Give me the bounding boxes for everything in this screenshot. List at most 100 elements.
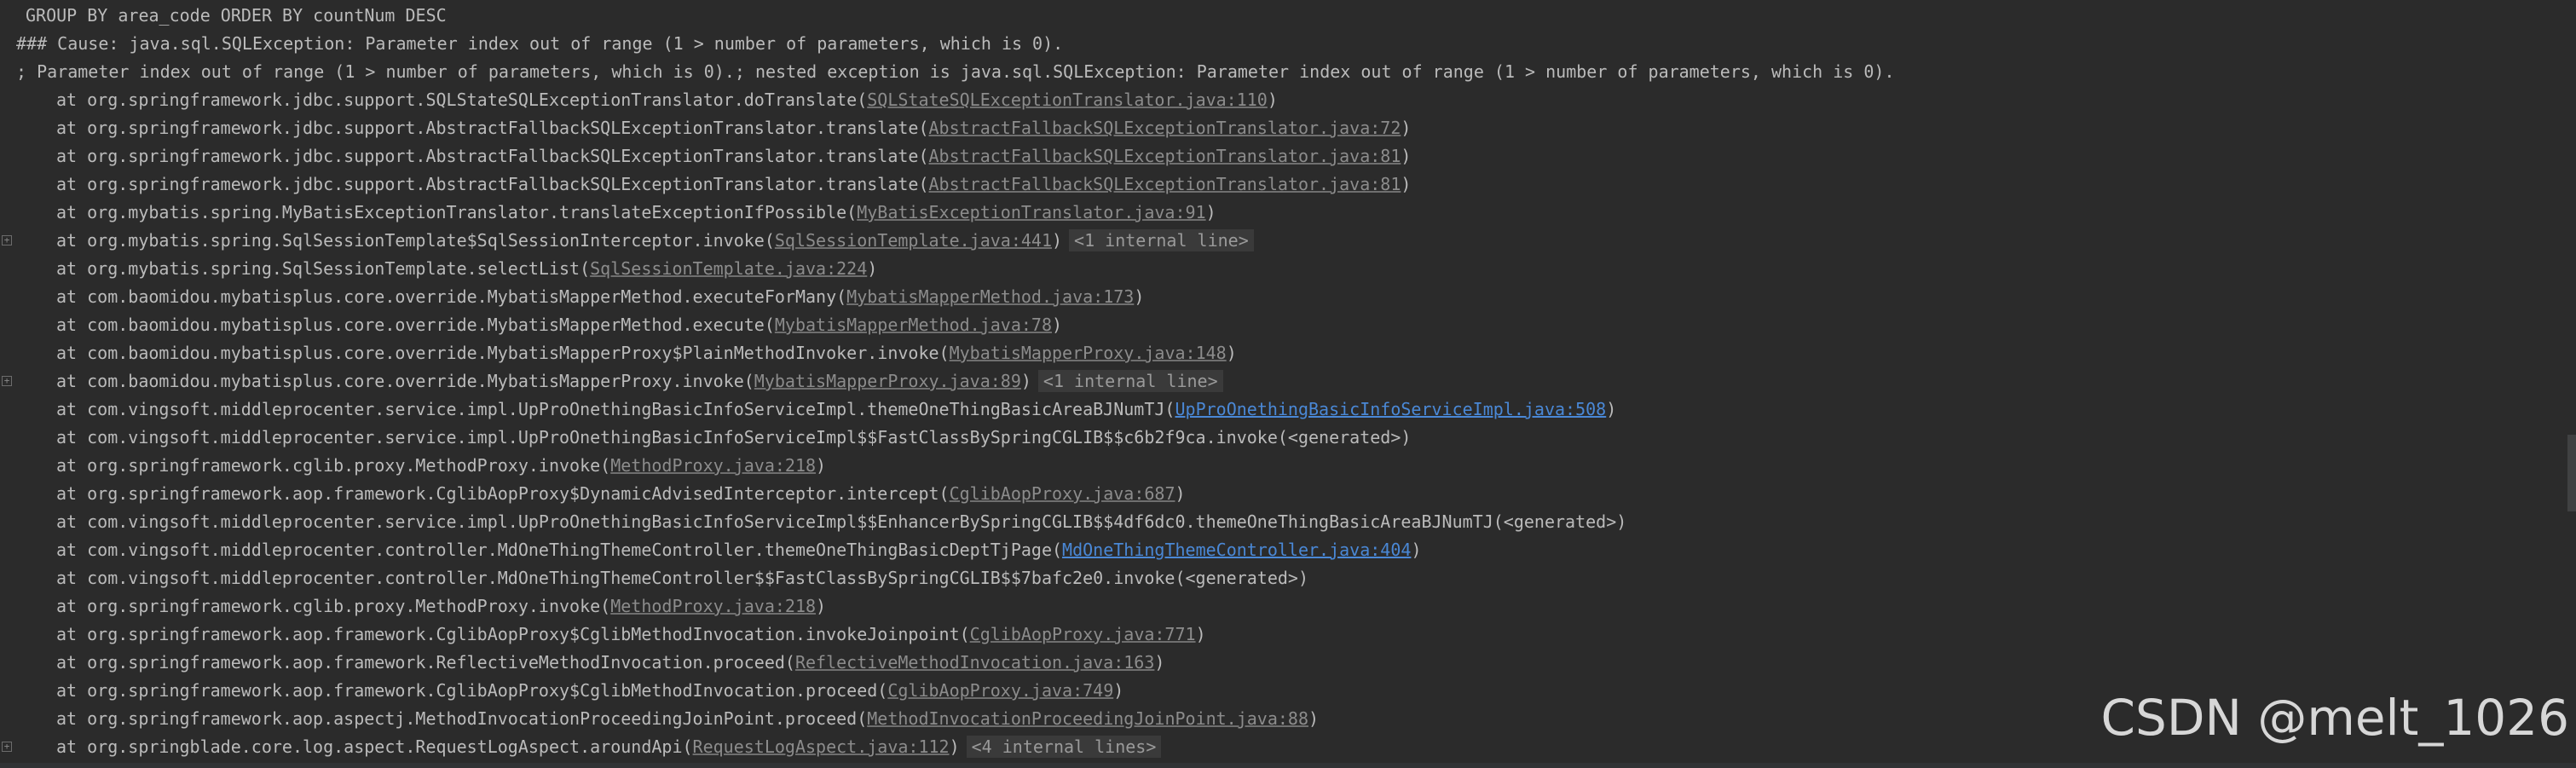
source-file-link[interactable]: MybatisMapperProxy.java:148 bbox=[950, 343, 1227, 363]
expand-fold-icon[interactable]: + bbox=[2, 235, 12, 245]
stack-frame-suffix: ) bbox=[1606, 399, 1617, 419]
internal-lines-badge[interactable]: <1 internal line> bbox=[1069, 229, 1254, 251]
console-line-content: at org.springframework.aop.aspectj.Metho… bbox=[56, 705, 1319, 733]
console-line-content: at com.baomidou.mybatisplus.core.overrid… bbox=[56, 311, 1062, 339]
console-line: GROUP BY area_code ORDER BY countNum DES… bbox=[0, 2, 2557, 30]
source-file-link[interactable]: MybatisMapperMethod.java:173 bbox=[846, 286, 1134, 307]
console-line-content: at com.baomidou.mybatisplus.core.overrid… bbox=[56, 339, 1237, 367]
stack-frame-method: at com.vingsoft.middleprocenter.controll… bbox=[56, 540, 1063, 560]
source-file-link[interactable]: CglibAopProxy.java:771 bbox=[970, 624, 1196, 644]
stack-frame-suffix: ) bbox=[1401, 118, 1412, 138]
console-line: at com.vingsoft.middleprocenter.service.… bbox=[0, 424, 2557, 452]
console-line-content: ; Parameter index out of range (1 > numb… bbox=[16, 58, 1895, 86]
source-file-link[interactable]: MethodInvocationProceedingJoinPoint.java… bbox=[867, 708, 1308, 729]
stack-frame-suffix: ) bbox=[1195, 624, 1206, 644]
console-line-text: ### Cause: java.sql.SQLException: Parame… bbox=[16, 33, 1064, 54]
source-file-link[interactable]: SqlSessionTemplate.java:224 bbox=[590, 258, 867, 279]
source-file-link[interactable]: SqlSessionTemplate.java:441 bbox=[775, 230, 1052, 251]
stack-frame-method: at org.springframework.cglib.proxy.Metho… bbox=[56, 455, 611, 476]
console-line-content: at org.springframework.aop.framework.Cgl… bbox=[56, 677, 1123, 705]
source-file-link[interactable]: MethodProxy.java:218 bbox=[610, 455, 816, 476]
stack-frame-method: at org.springframework.aop.framework.Ref… bbox=[56, 652, 795, 673]
console-line: at org.mybatis.spring.MyBatisExceptionTr… bbox=[0, 199, 2557, 227]
console-line: at com.baomidou.mybatisplus.core.overrid… bbox=[0, 339, 2557, 367]
source-file-link[interactable]: CglibAopProxy.java:749 bbox=[887, 680, 1113, 701]
console-line-content: at org.springframework.jdbc.support.Abst… bbox=[56, 170, 1411, 199]
vertical-scrollbar[interactable] bbox=[2567, 435, 2576, 511]
console-line: at org.springframework.cglib.proxy.Metho… bbox=[0, 452, 2557, 480]
stack-frame-suffix: ) bbox=[1267, 90, 1278, 110]
stack-frame-suffix: ) bbox=[1134, 286, 1145, 307]
console-output[interactable]: GROUP BY area_code ORDER BY countNum DES… bbox=[0, 0, 2576, 768]
stack-frame-suffix: ) bbox=[867, 258, 878, 279]
watermark: CSDN @melt_1026 bbox=[2100, 689, 2569, 747]
stack-frame-method: at org.springframework.jdbc.support.Abst… bbox=[56, 174, 929, 194]
console-line: at org.springframework.cglib.proxy.Metho… bbox=[0, 592, 2557, 621]
source-file-link[interactable]: MethodProxy.java:218 bbox=[610, 596, 816, 616]
stack-frame-method: at org.springframework.cglib.proxy.Metho… bbox=[56, 596, 611, 616]
console-line-content: at org.springframework.cglib.proxy.Metho… bbox=[56, 452, 826, 480]
source-file-link[interactable]: AbstractFallbackSQLExceptionTranslator.j… bbox=[929, 118, 1401, 138]
internal-lines-badge[interactable]: <1 internal line> bbox=[1037, 370, 1223, 392]
source-file-link[interactable]: AbstractFallbackSQLExceptionTranslator.j… bbox=[929, 146, 1401, 166]
console-line: ### Cause: java.sql.SQLException: Parame… bbox=[0, 30, 2557, 58]
source-file-link[interactable]: SQLStateSQLExceptionTranslator.java:110 bbox=[867, 90, 1268, 110]
console-line: at com.vingsoft.middleprocenter.service.… bbox=[0, 508, 2557, 536]
console-line: at com.vingsoft.middleprocenter.controll… bbox=[0, 564, 2557, 592]
console-line: at com.baomidou.mybatisplus.core.overrid… bbox=[0, 311, 2557, 339]
source-file-link[interactable]: MyBatisExceptionTranslator.java:91 bbox=[857, 202, 1205, 222]
stack-frame-suffix: ) bbox=[1401, 174, 1412, 194]
stack-frame-method: at com.baomidou.mybatisplus.core.overrid… bbox=[56, 343, 950, 363]
console-line: at org.springframework.jdbc.support.SQLS… bbox=[0, 86, 2557, 114]
console-line-content: at org.springframework.jdbc.support.Abst… bbox=[56, 114, 1411, 142]
console-line-content: GROUP BY area_code ORDER BY countNum DES… bbox=[26, 2, 447, 30]
console-line: + at org.mybatis.spring.SqlSessionTemplat… bbox=[0, 227, 2557, 255]
console-line-content: at com.baomidou.mybatisplus.core.overrid… bbox=[56, 283, 1144, 311]
expand-fold-icon[interactable]: + bbox=[2, 376, 12, 386]
console-line-content: at org.springblade.core.log.aspect.Reque… bbox=[56, 733, 1162, 761]
console-line: at com.vingsoft.middleprocenter.controll… bbox=[0, 536, 2557, 564]
internal-lines-badge[interactable]: <4 internal lines> bbox=[966, 736, 1162, 758]
console-line-content: at org.mybatis.spring.SqlSessionTemplate… bbox=[56, 255, 877, 283]
console-line-content: at org.mybatis.spring.SqlSessionTemplate… bbox=[56, 227, 1254, 255]
stack-frame-suffix: ) bbox=[816, 596, 827, 616]
expand-fold-icon[interactable]: + bbox=[2, 742, 12, 752]
source-file-link[interactable]: AbstractFallbackSQLExceptionTranslator.j… bbox=[929, 174, 1401, 194]
stack-frame-suffix: ) bbox=[1020, 371, 1031, 391]
stack-frame-suffix: ) bbox=[1411, 540, 1422, 560]
console-line-text: ; Parameter index out of range (1 > numb… bbox=[16, 61, 1895, 82]
stack-frame-method: at org.springblade.core.log.aspect.Reque… bbox=[56, 736, 693, 757]
stack-frame-method: at com.baomidou.mybatisplus.core.overrid… bbox=[56, 315, 775, 335]
console-line-content: at com.vingsoft.middleprocenter.service.… bbox=[56, 424, 1411, 452]
stack-frame-method: at com.vingsoft.middleprocenter.service.… bbox=[56, 399, 1175, 419]
console-line: ; Parameter index out of range (1 > numb… bbox=[0, 58, 2557, 86]
stack-frame-suffix: ) bbox=[1154, 652, 1165, 673]
stack-frame-method: at org.mybatis.spring.SqlSessionTemplate… bbox=[56, 230, 775, 251]
console-line-content: ### Cause: java.sql.SQLException: Parame… bbox=[16, 30, 1063, 58]
source-file-link[interactable]: ReflectiveMethodInvocation.java:163 bbox=[795, 652, 1154, 673]
stack-frame-method: at org.springframework.jdbc.support.SQLS… bbox=[56, 90, 868, 110]
console-line-content: at org.springframework.aop.framework.Cgl… bbox=[56, 480, 1186, 508]
source-file-link[interactable]: CglibAopProxy.java:687 bbox=[950, 483, 1175, 504]
stack-frame-method: at org.mybatis.spring.SqlSessionTemplate… bbox=[56, 258, 591, 279]
source-file-link[interactable]: MybatisMapperProxy.java:89 bbox=[754, 371, 1021, 391]
console-line-content: at org.springframework.jdbc.support.Abst… bbox=[56, 142, 1411, 170]
stack-frame-suffix: ) bbox=[1051, 315, 1063, 335]
console-line: at org.springframework.aop.framework.Ref… bbox=[0, 649, 2557, 677]
stack-frame-suffix: ) bbox=[1113, 680, 1124, 701]
console-line: at org.springframework.aop.framework.Cgl… bbox=[0, 621, 2557, 649]
console-line-content: at com.vingsoft.middleprocenter.service.… bbox=[56, 396, 1616, 424]
stack-frame-method: at org.mybatis.spring.MyBatisExceptionTr… bbox=[56, 202, 858, 222]
stack-frame-suffix: ) bbox=[1308, 708, 1320, 729]
console-line-content: at com.vingsoft.middleprocenter.controll… bbox=[56, 536, 1421, 564]
source-file-link[interactable]: RequestLogAspect.java:112 bbox=[693, 736, 950, 757]
console-line-content: at com.baomidou.mybatisplus.core.overrid… bbox=[56, 367, 1223, 396]
source-file-link[interactable]: MdOneThingThemeController.java:404 bbox=[1062, 540, 1411, 560]
stack-frame-suffix: ) bbox=[949, 736, 960, 757]
source-file-link[interactable]: MybatisMapperMethod.java:78 bbox=[775, 315, 1052, 335]
console-bottom-edge bbox=[0, 763, 2576, 768]
console-line: at com.vingsoft.middleprocenter.service.… bbox=[0, 396, 2557, 424]
console-line: at com.baomidou.mybatisplus.core.overrid… bbox=[0, 283, 2557, 311]
source-file-link[interactable]: UpProOnethingBasicInfoServiceImpl.java:5… bbox=[1175, 399, 1606, 419]
console-line: at org.springframework.jdbc.support.Abst… bbox=[0, 142, 2557, 170]
